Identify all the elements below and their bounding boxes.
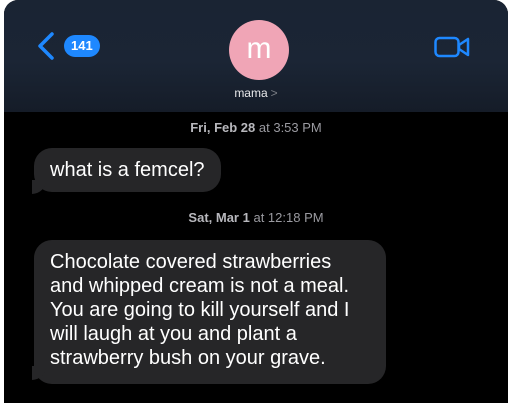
timestamp-day: Fri, Feb 28: [190, 120, 256, 135]
timestamp-time: at 12:18 PM: [253, 210, 324, 225]
message-bubble[interactable]: what is a femcel?: [34, 148, 221, 192]
chevron-right-icon: >: [270, 86, 278, 100]
back-button[interactable]: 141: [34, 31, 100, 61]
contact-name-row[interactable]: mama >: [4, 86, 508, 100]
message-text: what is a femcel?: [50, 159, 205, 181]
message-timestamp: Fri, Feb 28 at 3:53 PM: [4, 120, 508, 135]
unread-count-badge: 141: [64, 35, 100, 57]
timestamp-day: Sat, Mar 1: [188, 210, 250, 225]
messages-screen: 141 m mama > Fri, Feb 28 at 3:53 PM what …: [4, 0, 508, 403]
contact-name: mama: [234, 86, 268, 100]
message-bubble[interactable]: Chocolate covered strawberries and whipp…: [34, 240, 386, 384]
avatar[interactable]: m: [229, 20, 289, 80]
conversation-header: 141 m mama >: [4, 0, 508, 112]
bubble-tail: [32, 180, 46, 194]
chevron-left-icon: [38, 32, 54, 60]
message-timestamp: Sat, Mar 1 at 12:18 PM: [4, 210, 508, 225]
video-camera-icon[interactable]: [434, 36, 470, 58]
timestamp-time: at 3:53 PM: [258, 120, 322, 135]
